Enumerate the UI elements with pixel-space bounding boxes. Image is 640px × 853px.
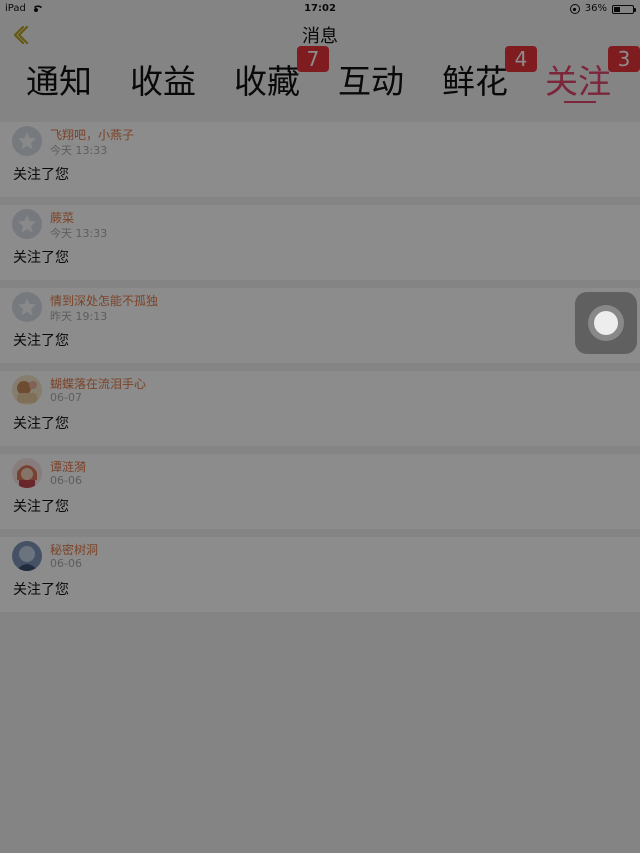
status-bar: iPad 17:02 36% <box>0 0 640 18</box>
item-time: 今天 13:33 <box>50 227 108 240</box>
tab-bar: 通知 收益 收藏 7 互动 鲜花 4 关注 3 <box>0 46 640 122</box>
follows-badge: 3 <box>608 46 640 72</box>
list-item[interactable]: 蝴蝶落在流泪手心 06-07 关注了您 <box>0 371 640 446</box>
tab-earnings[interactable]: 收益 <box>130 56 196 112</box>
default-avatar-icon[interactable] <box>12 209 42 239</box>
user-name[interactable]: 秘密树洞 <box>50 541 98 558</box>
item-message: 关注了您 <box>13 250 69 266</box>
user-name[interactable]: 蕨菜 <box>50 209 74 226</box>
rotation-lock-icon <box>569 4 580 14</box>
tab-flowers[interactable]: 鲜花 <box>442 56 508 112</box>
battery-icon <box>612 4 636 14</box>
favorites-badge: 7 <box>297 46 329 72</box>
flowers-badge: 4 <box>505 46 537 72</box>
item-time: 昨天 19:13 <box>50 310 108 323</box>
assistive-touch-button[interactable] <box>575 292 637 354</box>
user-avatar[interactable] <box>12 375 42 405</box>
list-item[interactable]: 蕨菜 今天 13:33 关注了您 <box>0 205 640 280</box>
user-avatar[interactable] <box>12 541 42 571</box>
item-message: 关注了您 <box>13 167 69 183</box>
tab-notifications[interactable]: 通知 <box>26 56 92 112</box>
list-item[interactable]: 秘密树洞 06-06 关注了您 <box>0 537 640 612</box>
item-message: 关注了您 <box>13 499 69 515</box>
status-time: 17:02 <box>304 3 336 14</box>
tab-favorites[interactable]: 收藏 <box>234 56 300 112</box>
active-tab-indicator <box>564 101 596 103</box>
user-name[interactable]: 蝴蝶落在流泪手心 <box>50 375 146 392</box>
default-avatar-icon[interactable] <box>12 292 42 322</box>
tab-interactions[interactable]: 互动 <box>338 56 404 112</box>
list-item[interactable]: 情到深处怎能不孤独 昨天 19:13 关注了您 <box>0 288 640 363</box>
item-message: 关注了您 <box>13 333 69 349</box>
item-time: 06-07 <box>50 391 82 404</box>
user-name[interactable]: 飞翔吧，小燕子 <box>50 126 134 143</box>
tab-follows[interactable]: 关注 <box>545 56 611 112</box>
list-item[interactable]: 谭涟漪 06-06 关注了您 <box>0 454 640 529</box>
item-message: 关注了您 <box>13 416 69 432</box>
battery-fill <box>614 6 620 12</box>
message-list: 飞翔吧，小燕子 今天 13:33 关注了您 蕨菜 今天 13:33 关注了您 情… <box>0 122 640 620</box>
item-time: 今天 13:33 <box>50 144 108 157</box>
user-name[interactable]: 情到深处怎能不孤独 <box>50 292 158 309</box>
item-time: 06-06 <box>50 557 82 570</box>
list-item[interactable]: 飞翔吧，小燕子 今天 13:33 关注了您 <box>0 122 640 197</box>
default-avatar-icon[interactable] <box>12 126 42 156</box>
battery-percent: 36% <box>584 3 607 14</box>
item-time: 06-06 <box>50 474 82 487</box>
item-message: 关注了您 <box>13 582 69 598</box>
user-name[interactable]: 谭涟漪 <box>50 458 86 475</box>
user-avatar[interactable] <box>12 458 42 488</box>
assistive-touch-icon <box>594 311 618 335</box>
page-title: 消息 <box>302 26 338 47</box>
